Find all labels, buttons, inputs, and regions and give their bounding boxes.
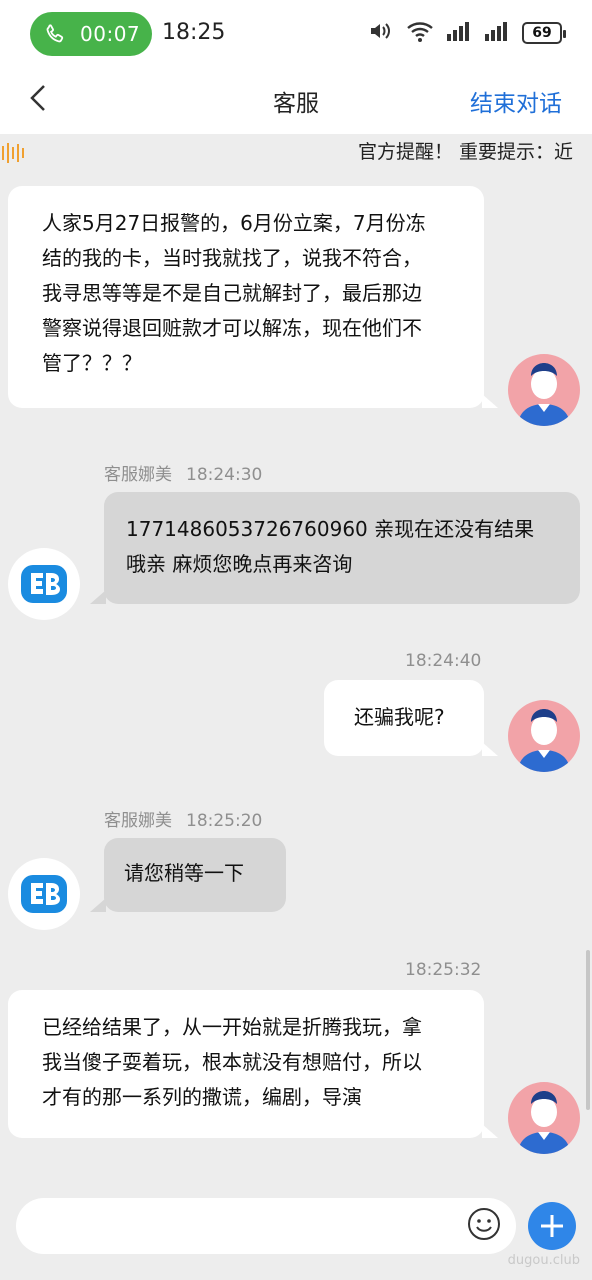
message-line: 结的我的卡，当时我就找了，说我不符合，: [42, 246, 422, 270]
notice-text: 官方提醒！ 重要提示：近: [358, 141, 574, 163]
signal-icon: [446, 20, 472, 46]
message-meta: 客服娜美 18:24:30: [104, 460, 262, 485]
message-time: 18:24:30: [186, 465, 263, 485]
agent-avatar[interactable]: [8, 858, 80, 930]
system-icons: 69: [368, 18, 566, 48]
message-input[interactable]: [16, 1198, 516, 1254]
user-silhouette-icon: [518, 363, 570, 426]
message-time: 18:24:40: [405, 651, 482, 671]
message-line: 才有的那一系列的撒谎，编剧，导演: [42, 1085, 362, 1109]
emoji-button[interactable]: [466, 1206, 502, 1242]
chat-header: 客服 结束对话: [0, 62, 592, 134]
phone-icon: [42, 21, 68, 47]
smiley-icon: [468, 1208, 500, 1240]
message-line: 还骗我呢?: [354, 705, 445, 729]
message-meta: 客服娜美 18:25:20: [104, 806, 262, 831]
message-line: 警察说得退回赃款才可以解冻，现在他们不: [42, 316, 422, 340]
message-line: 我寻思等等是不是自己就解封了，最后那边: [42, 281, 422, 305]
plus-icon: [541, 1215, 563, 1237]
message-bubble-user[interactable]: 人家5月27日报警的，6月份立案，7月份冻 结的我的卡，当时我就找了，说我不符合…: [8, 186, 498, 408]
brand-logo-icon: [21, 875, 67, 913]
message-line: 人家5月27日报警的，6月份立案，7月份冻: [42, 211, 426, 235]
agent-avatar[interactable]: [8, 548, 80, 620]
message-bubble-agent[interactable]: 1771486053726760960 亲现在还没有结果 哦亲 麻烦您晚点再来咨…: [90, 492, 580, 604]
sender-name: 客服娜美: [104, 811, 172, 831]
message-line: 1771486053726760960 亲现在还没有结果: [126, 517, 535, 541]
plus-button[interactable]: [528, 1202, 576, 1250]
message-bubble-agent[interactable]: 请您稍等一下: [90, 838, 286, 912]
ongoing-call-pill[interactable]: 00:07: [30, 12, 152, 56]
message-line: 我当傻子耍着玩，根本就没有想赔付，所以: [42, 1050, 422, 1074]
message-line: 已经给结果了，从一开始就是折腾我玩，拿: [42, 1015, 422, 1039]
call-duration: 00:07: [80, 22, 141, 46]
user-avatar[interactable]: [508, 700, 580, 772]
input-bar: dugou.club: [0, 1182, 592, 1280]
user-silhouette-icon: [518, 709, 570, 772]
user-avatar[interactable]: [508, 354, 580, 426]
announcement-icon: [0, 142, 30, 168]
signal-icon: [484, 20, 510, 46]
end-chat-button[interactable]: 结束对话: [470, 84, 562, 118]
message-bubble-user[interactable]: 已经给结果了，从一开始就是折腾我玩，拿 我当傻子耍着玩，根本就没有想赔付，所以 …: [8, 990, 498, 1138]
wifi-icon: [406, 19, 434, 47]
message-line: 请您稍等一下: [124, 861, 244, 885]
status-clock: 18:25: [162, 20, 226, 45]
watermark: dugou.club: [507, 1253, 580, 1268]
message-time: 18:25:20: [186, 811, 263, 831]
scrollbar[interactable]: [586, 950, 590, 1110]
notice-marquee[interactable]: 官方提醒！ 重要提示：近: [0, 134, 592, 168]
sender-name: 客服娜美: [104, 465, 172, 485]
user-silhouette-icon: [518, 1091, 570, 1154]
volume-icon: [368, 20, 394, 46]
message-time: 18:25:32: [405, 960, 482, 980]
battery-icon: 69: [522, 22, 566, 44]
status-bar: 00:07 18:25 69: [0, 0, 592, 62]
message-line: 管了？？？: [42, 351, 142, 375]
message-bubble-user[interactable]: 还骗我呢?: [324, 680, 498, 756]
user-avatar[interactable]: [508, 1082, 580, 1154]
brand-logo-icon: [21, 565, 67, 603]
message-line: 哦亲 麻烦您晚点再来咨询: [126, 552, 353, 576]
